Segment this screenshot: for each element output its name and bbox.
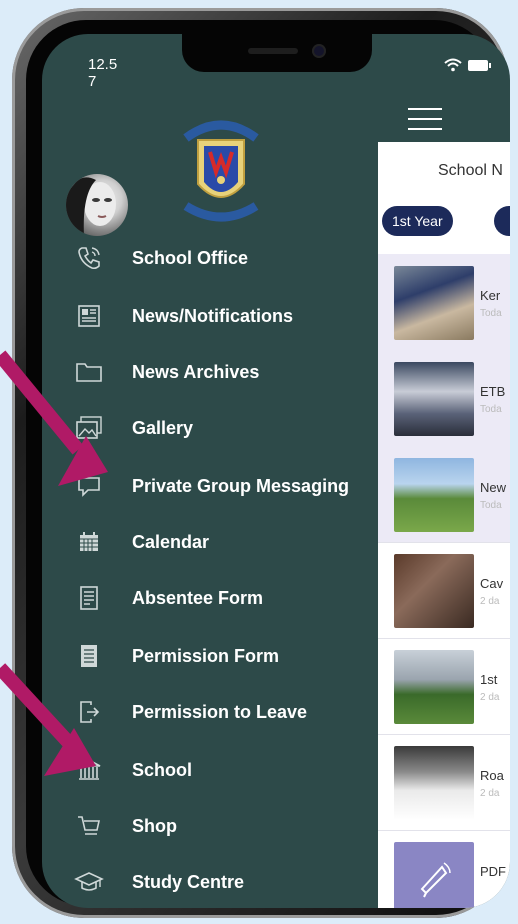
arrow-to-school: [0, 663, 96, 776]
front-camera: [312, 44, 326, 58]
phone-notch: [182, 34, 372, 72]
speaker-grille: [248, 48, 298, 54]
arrow-to-private-group-messaging: [0, 350, 108, 486]
annotation-arrows: [0, 350, 108, 776]
